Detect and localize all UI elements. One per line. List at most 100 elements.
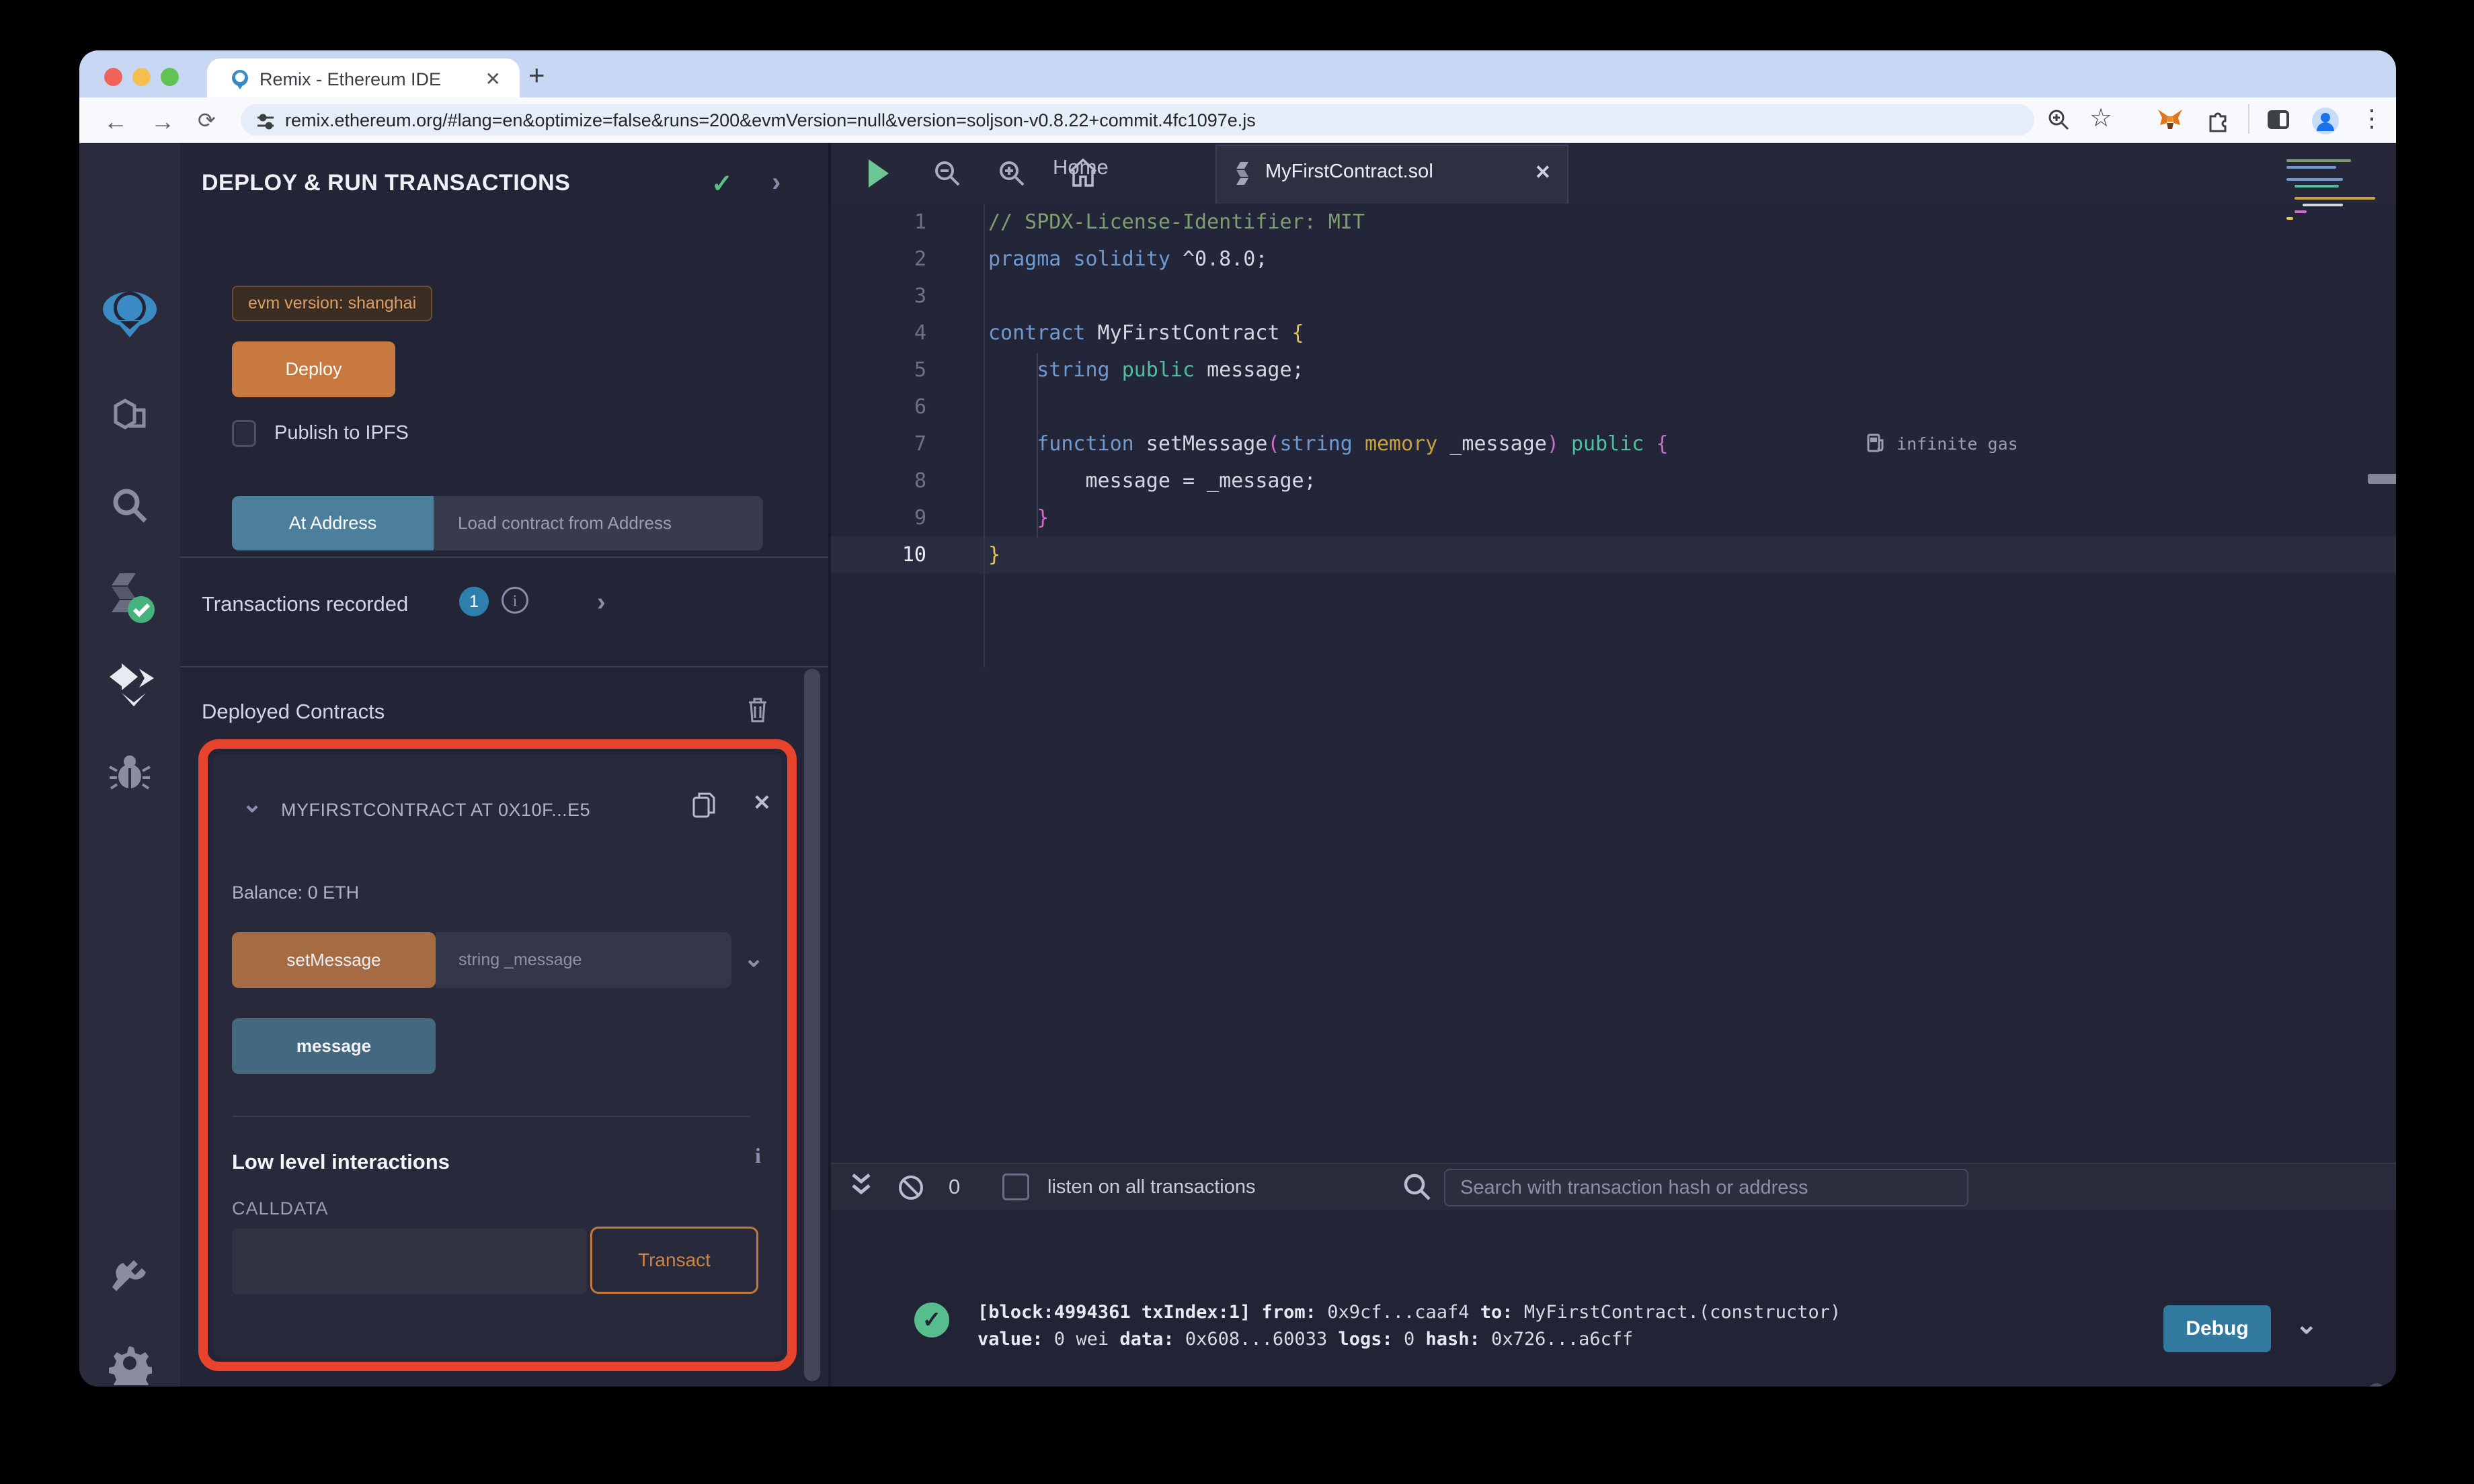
debugger-icon[interactable] <box>79 753 180 792</box>
transact-button[interactable]: Transact <box>590 1227 758 1294</box>
search-placeholder: Search with transaction hash or address <box>1460 1177 1808 1198</box>
reload-icon[interactable]: ⟳ <box>198 108 216 133</box>
contract-collapse-chevron-icon[interactable]: ⌄ <box>242 790 262 818</box>
settings-icon[interactable] <box>79 1341 180 1385</box>
solidity-compiler-icon[interactable] <box>79 571 180 627</box>
low-level-info-icon[interactable]: i <box>755 1143 761 1168</box>
code-line[interactable]: 4 contract MyFirstContract { <box>831 315 2396 352</box>
log-line[interactable]: value: 0 wei data: 0x608...60033 logs: 0… <box>977 1326 1841 1353</box>
browser-window: Remix - Ethereum IDE ✕ + ← → ⟳ remix.eth… <box>79 50 2396 1387</box>
menu-dots-icon[interactable]: ⋮ <box>2360 104 2384 132</box>
code-line[interactable]: 7 function setMessage(string memory _mes… <box>831 425 2396 462</box>
file-explorer-icon[interactable] <box>79 395 180 437</box>
extensions-icon[interactable] <box>2205 107 2231 132</box>
collapse-terminal-icon[interactable] <box>850 1169 873 1199</box>
tune-icon[interactable] <box>255 112 276 132</box>
remix-favicon-icon <box>229 68 251 91</box>
address-bar[interactable]: remix.ethereum.org/#lang=en&optimize=fal… <box>241 104 2034 136</box>
debug-button[interactable]: Debug <box>2163 1305 2271 1352</box>
panel-expand-chevron-icon[interactable]: › <box>772 167 781 198</box>
plugin-manager-icon[interactable] <box>79 1251 180 1294</box>
panel-scrollbar[interactable] <box>804 669 820 1381</box>
tab-close-icon[interactable]: ✕ <box>485 68 501 90</box>
transactions-expand-chevron-icon[interactable]: › <box>597 588 606 617</box>
editor-tab-bar: Home MyFirstContract.sol ✕ <box>831 143 2396 204</box>
transactions-recorded-label: Transactions recorded <box>202 592 409 616</box>
message-button[interactable]: message <box>232 1018 436 1074</box>
tab-home[interactable]: Home <box>1053 155 1109 179</box>
profile-avatar[interactable] <box>2311 107 2340 135</box>
code-line[interactable]: 3 <box>831 278 2396 315</box>
pending-count: 0 <box>949 1175 961 1198</box>
metamask-icon[interactable] <box>2157 107 2184 134</box>
toolbar-divider <box>2248 104 2249 134</box>
log-expand-chevron-icon[interactable]: ⌄ <box>2295 1309 2318 1340</box>
publish-ipfs-checkbox[interactable] <box>232 420 256 447</box>
back-icon[interactable]: ← <box>104 108 128 136</box>
minimap[interactable] <box>2286 155 2381 444</box>
zoom-in-icon[interactable] <box>998 159 1026 188</box>
terminal-search-icon <box>1402 1172 1432 1202</box>
contract-close-icon[interactable]: ✕ <box>753 790 771 815</box>
set-message-expand-chevron-icon[interactable]: ⌄ <box>744 944 764 973</box>
code-line[interactable]: 1// SPDX-License-Identifier: MIT <box>831 204 2396 241</box>
transaction-log[interactable]: [block:4994361 txIndex:1] from: 0x9cf...… <box>977 1299 1841 1353</box>
file-tab-close-icon[interactable]: ✕ <box>1535 161 1551 184</box>
contract-balance: Balance: 0 ETH <box>232 882 360 903</box>
zoom-out-icon[interactable] <box>933 159 961 188</box>
transaction-success-icon: ✓ <box>914 1303 949 1337</box>
code-area[interactable]: 1// SPDX-License-Identifier: MIT 2 pragma … <box>831 204 2396 1163</box>
remix-logo[interactable] <box>79 281 180 345</box>
tab-myfirstcontract[interactable]: MyFirstContract.sol ✕ <box>1215 145 1568 204</box>
transactions-info-icon[interactable]: i <box>502 587 528 614</box>
transaction-search-input[interactable]: Search with transaction hash or address <box>1444 1169 1968 1206</box>
minimize-window-button[interactable] <box>132 68 151 86</box>
forward-icon[interactable]: → <box>151 108 175 136</box>
bookmark-star-icon[interactable]: ☆ <box>2089 103 2112 133</box>
maximize-window-button[interactable] <box>161 68 179 86</box>
deploy-and-run-icon[interactable] <box>79 662 180 706</box>
gutter-divider <box>984 204 985 667</box>
close-window-button[interactable] <box>104 68 122 86</box>
url-text[interactable]: remix.ethereum.org/#lang=en&optimize=fal… <box>285 110 1256 131</box>
deploy-run-panel: DEPLOY & RUN TRANSACTIONS ✓ › evm versio… <box>180 143 828 1387</box>
copy-address-icon[interactable] <box>691 790 718 819</box>
calldata-label: CALLDATA <box>232 1198 329 1219</box>
code-editor: Home MyFirstContract.sol ✕ 1// SPDX-Lice… <box>831 143 2396 1163</box>
trash-icon[interactable] <box>745 696 770 724</box>
set-message-input[interactable]: string _message <box>436 932 731 988</box>
set-message-button[interactable]: setMessage <box>232 932 436 988</box>
deploy-button[interactable]: Deploy <box>232 341 395 397</box>
code-line[interactable]: 2 pragma solidity ^0.8.0; <box>831 241 2396 278</box>
listen-transactions-checkbox[interactable] <box>1002 1173 1029 1200</box>
editor-scrollbar-thumb[interactable] <box>2368 474 2396 484</box>
deployed-contracts-label: Deployed Contracts <box>202 700 385 723</box>
log-line[interactable]: [block:4994361 txIndex:1] from: 0x9cf...… <box>977 1299 1841 1326</box>
new-tab-button[interactable]: + <box>528 59 545 91</box>
clear-console-icon[interactable] <box>897 1173 925 1202</box>
listen-transactions-label: listen on all transactions <box>1047 1176 1256 1198</box>
code-line[interactable]: 10} <box>831 536 2396 573</box>
calldata-input[interactable] <box>232 1229 587 1294</box>
gas-estimate-hint: infinite gas <box>1866 425 2018 462</box>
panel-divider <box>180 666 828 667</box>
code-line[interactable]: 6 <box>831 388 2396 425</box>
contract-title: MYFIRSTCONTRACT AT 0X10F...E5 <box>281 800 591 820</box>
code-line[interactable]: 9 } <box>831 499 2396 536</box>
at-address-button[interactable]: At Address <box>232 496 434 550</box>
panel-title: DEPLOY & RUN TRANSACTIONS <box>202 170 571 196</box>
at-address-input[interactable]: Load contract from Address <box>434 496 763 550</box>
icon-rail <box>79 143 180 1387</box>
search-icon[interactable] <box>79 485 180 526</box>
publish-ipfs-label: Publish to IPFS <box>274 422 409 444</box>
browser-tab[interactable]: Remix - Ethereum IDE ✕ <box>207 58 520 97</box>
zoom-icon[interactable] <box>2046 107 2071 132</box>
run-script-icon[interactable] <box>866 158 891 189</box>
code-line[interactable]: 8 message = _message; <box>831 462 2396 499</box>
panel-check-icon: ✓ <box>711 170 733 198</box>
terminal-scrollbar[interactable] <box>2368 1383 2385 1387</box>
low-level-interactions-label: Low level interactions <box>232 1150 450 1173</box>
sidebar-toggle-icon[interactable] <box>2266 107 2291 132</box>
remix-app: DEPLOY & RUN TRANSACTIONS ✓ › evm versio… <box>79 143 2396 1387</box>
code-line[interactable]: 5 string public message; <box>831 352 2396 388</box>
